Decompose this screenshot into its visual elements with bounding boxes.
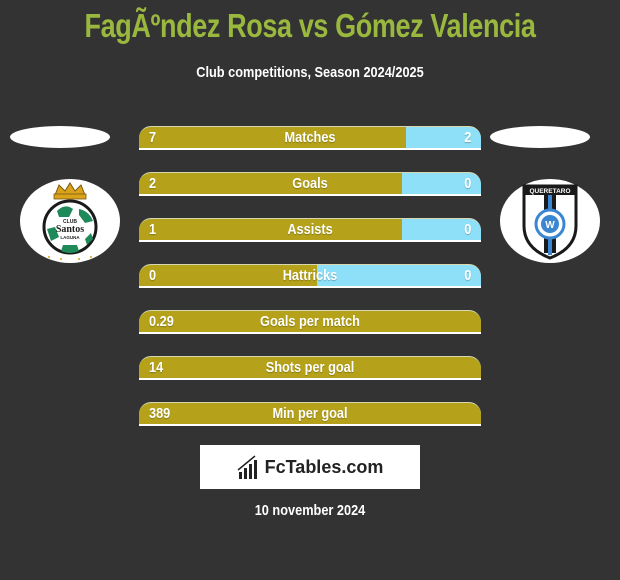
stat-row-matches: 7 Matches 2 bbox=[139, 126, 481, 151]
match-date: 10 november 2024 bbox=[254, 502, 366, 519]
right-player-oval bbox=[490, 126, 590, 148]
stat-row-hattricks: 0 Hattricks 0 bbox=[139, 264, 481, 289]
stat-left-value: 14 bbox=[149, 359, 164, 376]
stat-right-value: 0 bbox=[463, 267, 471, 284]
svg-text:W: W bbox=[545, 220, 555, 231]
stat-row-goals: 2 Goals 0 bbox=[139, 172, 481, 197]
right-team-logo[interactable]: QUERETARO W bbox=[500, 179, 600, 263]
stat-label: Hattricks bbox=[282, 267, 338, 284]
left-player-oval bbox=[10, 126, 110, 148]
stat-row-assists: 1 Assists 0 bbox=[139, 218, 481, 243]
crest-text-queretaro: QUERETARO bbox=[529, 188, 570, 195]
crest-text-laguna: LAGUNA bbox=[60, 235, 80, 240]
stat-right-value: 0 bbox=[463, 175, 471, 192]
stat-label: Goals per match bbox=[260, 313, 360, 330]
stat-left-value: 2 bbox=[149, 175, 157, 192]
stat-label: Assists bbox=[287, 221, 333, 238]
stat-label: Shots per goal bbox=[265, 359, 355, 376]
fctables-brand[interactable]: FcTables.com bbox=[200, 445, 420, 489]
stat-right-value: 0 bbox=[463, 221, 471, 238]
stat-label: Goals bbox=[292, 175, 328, 192]
crest-text-santos: Santos bbox=[56, 224, 84, 235]
stat-label: Matches bbox=[284, 129, 336, 146]
stat-row-goals-per-match: 0.29 Goals per match bbox=[139, 310, 481, 335]
page-title: FagÃºndez Rosa vs Gómez Valencia bbox=[84, 7, 536, 44]
stat-left-value: 1 bbox=[149, 221, 157, 238]
bar-chart-icon bbox=[237, 455, 257, 479]
stat-left-value: 0 bbox=[149, 267, 157, 284]
stat-right-value: 2 bbox=[463, 129, 471, 146]
stat-row-shots-per-goal: 14 Shots per goal bbox=[139, 356, 481, 381]
stat-left-value: 7 bbox=[149, 129, 157, 146]
santos-laguna-crest-icon: CLUB Santos LAGUNA bbox=[42, 182, 98, 260]
page-subtitle: Club competitions, Season 2024/2025 bbox=[196, 64, 424, 81]
stat-label: Min per goal bbox=[272, 405, 348, 422]
stat-row-min-per-goal: 389 Min per goal bbox=[139, 402, 481, 427]
queretaro-crest-icon: QUERETARO W bbox=[522, 184, 578, 260]
left-team-logo[interactable]: CLUB Santos LAGUNA bbox=[20, 179, 120, 263]
brand-name: FcTables.com bbox=[264, 456, 384, 477]
